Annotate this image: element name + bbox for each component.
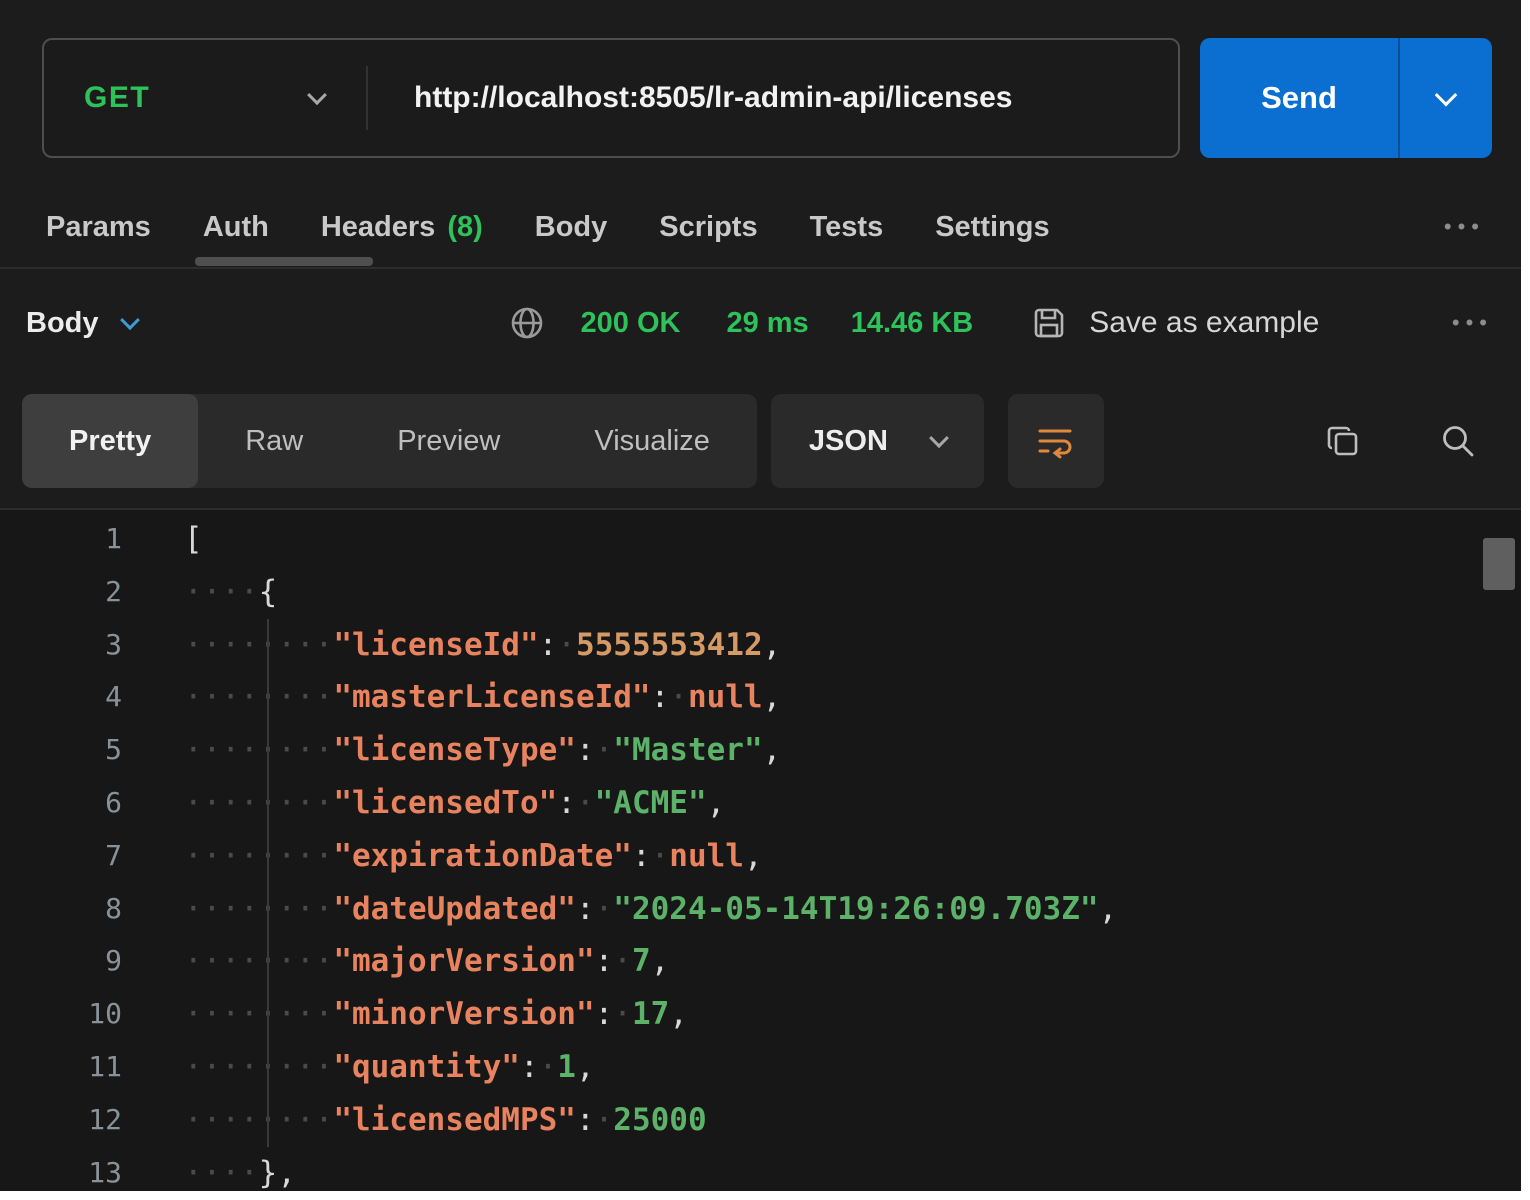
request-tab-body[interactable]: Body bbox=[535, 211, 608, 244]
code-line: 2····{ bbox=[0, 566, 1521, 619]
code-line: 10········"minorVersion":·17, bbox=[0, 988, 1521, 1041]
code-editor[interactable]: 1[2····{3········"licenseId":·5555553412… bbox=[0, 510, 1521, 1191]
code-line-text: ········"expirationDate":·null, bbox=[122, 830, 763, 883]
code-line-text: ········"majorVersion":·7, bbox=[122, 935, 669, 988]
code-line-text: ····{ bbox=[122, 566, 277, 619]
code-line-text: [ bbox=[122, 513, 203, 566]
code-line: 7········"expirationDate":·null, bbox=[0, 830, 1521, 883]
copy-button[interactable] bbox=[1325, 423, 1361, 459]
format-dropdown[interactable]: JSON bbox=[771, 394, 984, 488]
code-line-text: ····}, bbox=[122, 1147, 296, 1191]
code-line: 13····}, bbox=[0, 1147, 1521, 1191]
request-tabs-list: Params Auth Headers (8) Body Scripts Tests Sett… bbox=[46, 196, 1485, 258]
code-line-text: ········"licenseType":·"Master", bbox=[122, 724, 781, 777]
response-body-label: Body bbox=[26, 307, 99, 340]
request-tab-label: Headers bbox=[321, 211, 435, 244]
request-tab-count: (8) bbox=[447, 211, 482, 244]
request-tab-scripts[interactable]: Scripts bbox=[659, 211, 757, 244]
format-dropdown-value: JSON bbox=[809, 425, 888, 458]
request-tab-label: Tests bbox=[810, 211, 884, 244]
code-line-text: ········"quantity":·1, bbox=[122, 1041, 595, 1094]
code-line-text: ········"dateUpdated":·"2024-05-14T19:26… bbox=[122, 883, 1117, 936]
line-number: 2 bbox=[0, 566, 122, 619]
line-number: 10 bbox=[0, 988, 122, 1041]
wrap-text-button[interactable] bbox=[1008, 394, 1104, 488]
response-tab-visualize[interactable]: Visualize bbox=[547, 394, 757, 488]
response-body-selector[interactable]: Body bbox=[26, 307, 137, 340]
code-line: 6········"licensedTo":·"ACME", bbox=[0, 777, 1521, 830]
line-number: 6 bbox=[0, 777, 122, 830]
code-line-text: ········"licenseId":·5555553412, bbox=[122, 619, 781, 672]
request-tab-headers[interactable]: Headers (8) bbox=[321, 211, 483, 244]
response-size[interactable]: 14.46 KB bbox=[851, 307, 974, 340]
code-line: 5········"licenseType":·"Master", bbox=[0, 724, 1521, 777]
line-number: 5 bbox=[0, 724, 122, 777]
line-number: 4 bbox=[0, 671, 122, 724]
chevron-down-icon bbox=[929, 428, 949, 448]
status-badge[interactable]: 200 OK bbox=[581, 307, 681, 340]
request-tab-label: Body bbox=[535, 211, 608, 244]
request-tab-label: Settings bbox=[935, 211, 1049, 244]
line-number: 9 bbox=[0, 935, 122, 988]
response-meta-bar: Body 200 OK 29 ms 14.46 KB Save as examp… bbox=[26, 292, 1493, 354]
line-number: 8 bbox=[0, 883, 122, 936]
copy-icon bbox=[1325, 423, 1361, 459]
search-button[interactable] bbox=[1439, 422, 1477, 460]
request-tab-tests[interactable]: Tests bbox=[810, 211, 884, 244]
response-tab-preview[interactable]: Preview bbox=[350, 394, 547, 488]
line-number: 3 bbox=[0, 619, 122, 672]
request-tab-auth[interactable]: Auth bbox=[203, 211, 269, 244]
code-line-text: ········"licensedTo":·"ACME", bbox=[122, 777, 725, 830]
request-tab-label: Scripts bbox=[659, 211, 757, 244]
send-options-button[interactable] bbox=[1400, 38, 1492, 158]
request-more-options-button[interactable]: ••• bbox=[1444, 214, 1485, 240]
response-tab-pretty[interactable]: Pretty bbox=[22, 394, 198, 488]
response-tab-raw[interactable]: Raw bbox=[198, 394, 350, 488]
code-line-text: ········"masterLicenseId":·null, bbox=[122, 671, 781, 724]
line-number: 13 bbox=[0, 1147, 122, 1191]
url-bar: GET bbox=[42, 38, 1180, 158]
wrap-text-icon bbox=[1036, 423, 1076, 459]
send-button-label: Send bbox=[1200, 38, 1398, 158]
line-number: 7 bbox=[0, 830, 122, 883]
request-tab-label: Auth bbox=[203, 211, 269, 244]
line-number: 1 bbox=[0, 513, 122, 566]
save-as-example-button[interactable]: Save as example bbox=[1089, 306, 1319, 340]
response-view-tabs: PrettyRawPreviewVisualize bbox=[22, 394, 757, 488]
api-client-window: GET Send Params Auth Headers (8) Body Scripts… bbox=[0, 0, 1521, 1191]
line-number: 12 bbox=[0, 1094, 122, 1147]
code-line-text: ········"licensedMPS":·25000 bbox=[122, 1094, 707, 1147]
search-icon bbox=[1439, 422, 1477, 460]
code-line: 9········"majorVersion":·7, bbox=[0, 935, 1521, 988]
code-line-text: ········"minorVersion":·17, bbox=[122, 988, 688, 1041]
request-tab-label: Params bbox=[46, 211, 151, 244]
chevron-down-icon bbox=[1435, 84, 1458, 107]
line-number: 11 bbox=[0, 1041, 122, 1094]
request-tab-settings[interactable]: Settings bbox=[935, 211, 1049, 244]
indent-guide bbox=[267, 619, 269, 1147]
chevron-down-icon bbox=[120, 310, 140, 330]
request-bar: GET Send bbox=[42, 38, 1492, 158]
code-line: 12········"licensedMPS":·25000 bbox=[0, 1094, 1521, 1147]
url-input[interactable] bbox=[368, 81, 1178, 115]
code-line: 8········"dateUpdated":·"2024-05-14T19:2… bbox=[0, 883, 1521, 936]
response-toolbar: PrettyRawPreviewVisualize JSON bbox=[22, 394, 1491, 488]
request-tab-params[interactable]: Params bbox=[46, 211, 151, 244]
send-button[interactable]: Send bbox=[1200, 38, 1492, 158]
code-line: 1[ bbox=[0, 513, 1521, 566]
response-more-options-button[interactable]: ••• bbox=[1452, 310, 1493, 336]
section-divider bbox=[0, 267, 1521, 269]
response-time[interactable]: 29 ms bbox=[726, 307, 808, 340]
scrollbar-thumb[interactable] bbox=[1483, 538, 1515, 590]
save-icon[interactable] bbox=[1031, 305, 1067, 341]
method-label: GET bbox=[84, 81, 150, 115]
chevron-down-icon bbox=[307, 85, 327, 105]
code-line: 3········"licenseId":·5555553412, bbox=[0, 619, 1521, 672]
method-selector[interactable]: GET bbox=[44, 40, 366, 156]
code-line: 11········"quantity":·1, bbox=[0, 1041, 1521, 1094]
code-editor-lines: 1[2····{3········"licenseId":·5555553412… bbox=[0, 513, 1521, 1191]
network-globe-icon[interactable] bbox=[509, 305, 545, 341]
code-line: 4········"masterLicenseId":·null, bbox=[0, 671, 1521, 724]
